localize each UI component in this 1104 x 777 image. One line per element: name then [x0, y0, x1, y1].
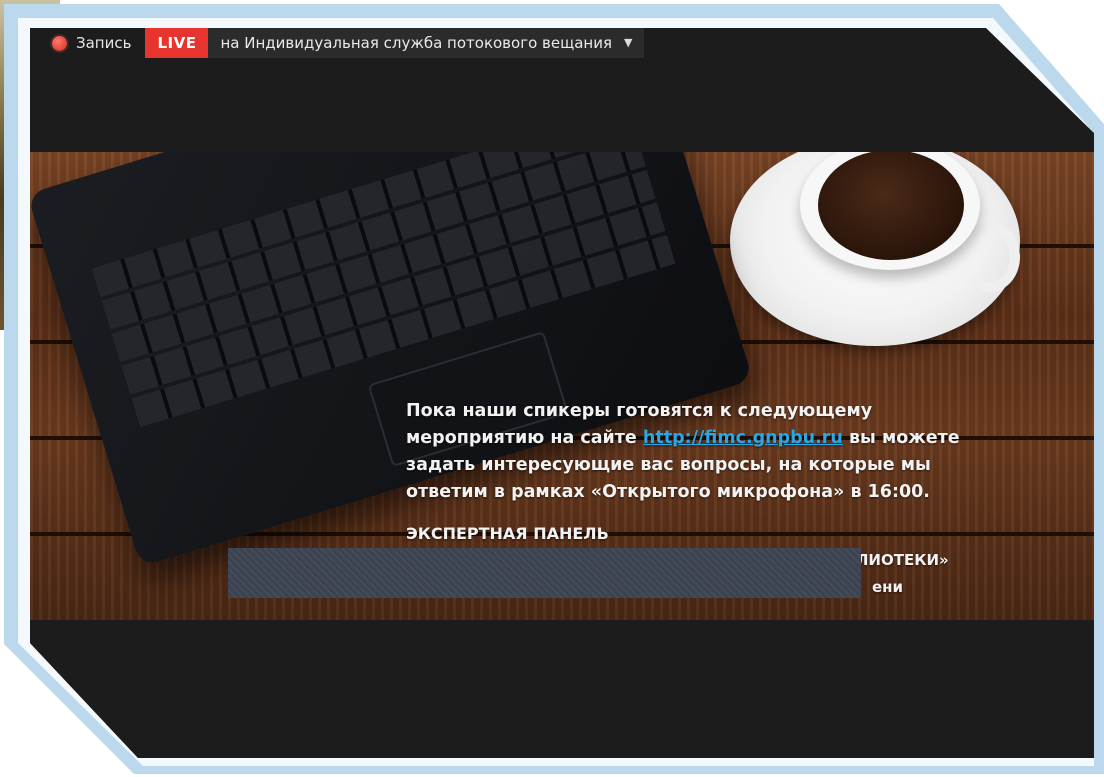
record-dot-icon — [52, 35, 67, 51]
stream-service-label: на Индивидуальная служба потокового веща… — [220, 34, 612, 52]
slide-line-2: мероприятию на сайте http://fimc.gnpbu.r… — [406, 425, 1066, 452]
slide-line-4: ответим в рамках «Открытого микрофона» в… — [406, 482, 930, 502]
slide-line-1: Пока наши спикеры готовятся к следующему — [406, 401, 873, 421]
record-label: Запись — [76, 34, 132, 52]
live-badge: LIVE — [145, 28, 209, 58]
video-frame: Пока наши спикеры готовятся к следующему… — [30, 152, 1094, 620]
redaction-box — [228, 548, 861, 598]
panel-line-2-text: ени — [872, 578, 904, 596]
video-letterbox-bottom — [30, 620, 1094, 758]
site-link[interactable]: http://fimc.gnpbu.ru — [643, 428, 843, 448]
coffee-image — [818, 152, 964, 260]
slide-line-3: задать интересующие вас вопросы, на кото… — [406, 455, 931, 475]
record-button[interactable]: Запись — [30, 34, 145, 52]
dropdown-caret-icon: ▼ — [624, 36, 633, 49]
stream-service-dropdown[interactable]: на Индивидуальная служба потокового веща… — [208, 28, 645, 58]
video-player: Запись LIVE на Индивидуальная служба пот… — [30, 28, 1094, 758]
slide-line-2-prefix: мероприятию на сайте — [406, 428, 637, 448]
panel-title: ЭКСПЕРТНАЯ ПАНЕЛЬ — [406, 524, 609, 543]
slide-line-2-suffix: вы можете — [848, 428, 960, 448]
stream-toolbar: Запись LIVE на Индивидуальная служба пот… — [30, 28, 645, 58]
